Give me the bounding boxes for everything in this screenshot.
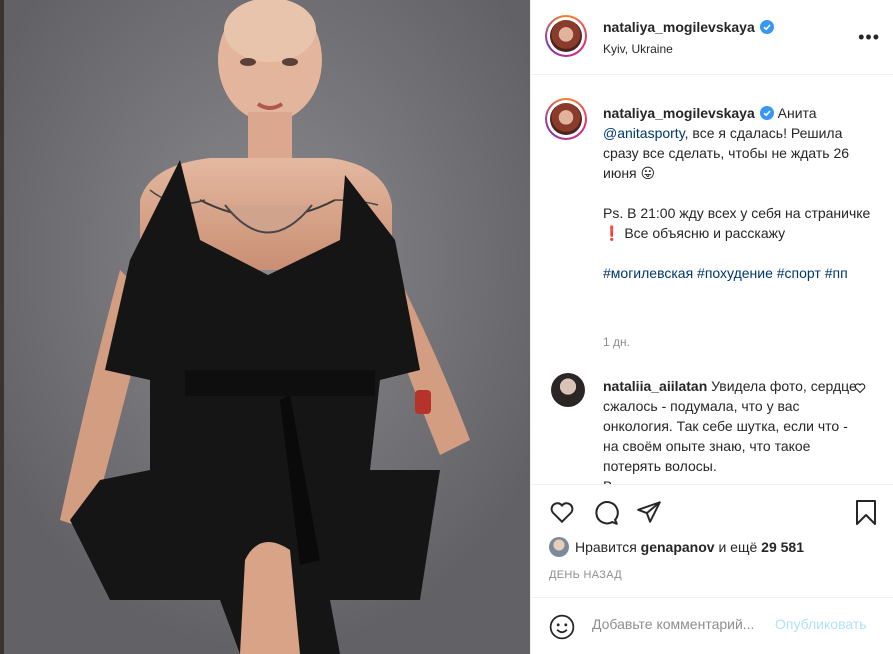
verified-badge-icon (759, 20, 774, 34)
woman-photo-illustration (4, 0, 530, 654)
likes-count[interactable]: 29 581 (761, 539, 804, 555)
post-timestamp[interactable]: ДЕНЬ НАЗАД (549, 569, 622, 581)
comment-like-icon[interactable] (854, 382, 866, 394)
comment-item: nataliia_aiilatan Увидела фото, сердце с… (603, 376, 863, 484)
tongue-emoji: 😛 (640, 165, 656, 181)
post-caption: nataliya_mogilevskaya Анита @anitasporty… (603, 103, 873, 283)
emoji-icon[interactable] (549, 614, 575, 640)
post-location[interactable]: Kyiv, Ukraine (603, 42, 673, 56)
liker-avatar[interactable] (549, 537, 569, 557)
caption-ps: Ps. В 21:00 жду всех у себя на страничке… (603, 205, 871, 241)
comment-bubble-icon[interactable] (592, 499, 619, 526)
caption-hashtags[interactable]: #могилевская #похудение #спорт #пп (603, 263, 873, 283)
verified-badge-icon (759, 106, 774, 120)
share-plane-icon[interactable] (636, 499, 662, 525)
caption-mention[interactable]: @anitasporty (603, 125, 685, 141)
caption-time[interactable]: 1 дн. (603, 335, 630, 349)
comment-overflow: В... (603, 476, 863, 484)
caption-username[interactable]: nataliya_mogilevskaya (603, 105, 755, 121)
commenter-avatar[interactable] (551, 373, 585, 407)
post-header: nataliya_mogilevskaya Kyiv, Ukraine ••• (531, 0, 893, 75)
likes-summary[interactable]: Нравится genapanov и ещё 29 581 (549, 537, 804, 557)
comment-input[interactable] (592, 616, 772, 632)
author-avatar[interactable] (545, 15, 587, 57)
action-bar (531, 484, 893, 538)
more-dots-icon[interactable]: ••• (858, 27, 880, 48)
caption-avatar[interactable] (545, 98, 587, 140)
caption-text-1: Анита (777, 105, 817, 121)
comments-section[interactable]: nataliya_mogilevskaya Анита @anitasporty… (531, 76, 893, 484)
liker-username[interactable]: genapanov (641, 539, 715, 555)
bookmark-icon[interactable] (854, 499, 878, 526)
post-sidebar: nataliya_mogilevskaya Kyiv, Ukraine ••• … (530, 0, 893, 654)
like-heart-icon[interactable] (548, 499, 576, 525)
post-photo[interactable] (0, 0, 530, 654)
comment-username[interactable]: nataliia_aiilatan (603, 378, 707, 394)
author-username[interactable]: nataliya_mogilevskaya (603, 19, 774, 35)
exclamation-emoji: ❗ (603, 225, 621, 241)
add-comment-bar: Опубликовать (531, 597, 893, 654)
publish-button[interactable]: Опубликовать (775, 616, 867, 632)
